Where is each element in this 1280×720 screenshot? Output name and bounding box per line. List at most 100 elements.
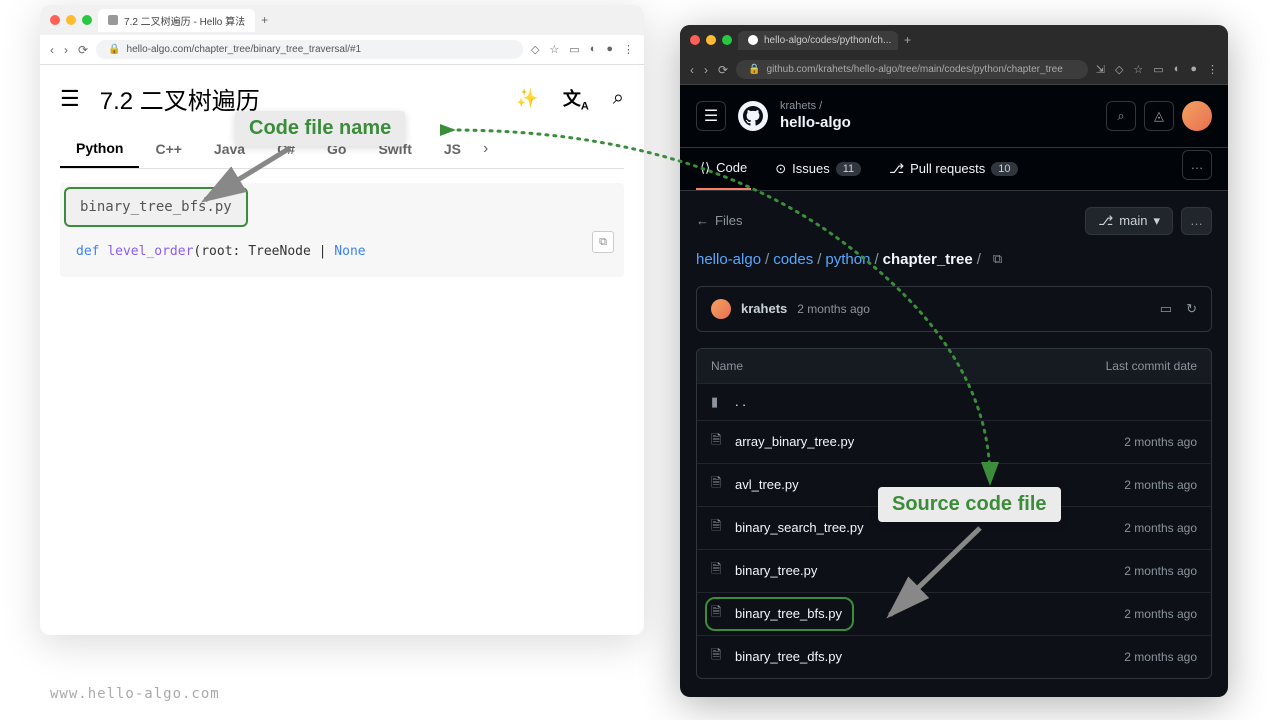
file-row[interactable]: 🗎 binary_tree_bfs.py 2 months ago <box>697 592 1211 635</box>
file-name: binary_tree_bfs.py <box>735 606 842 621</box>
menu-icon[interactable]: ⋮ <box>1207 63 1218 76</box>
browser-tab[interactable]: hello-algo/codes/python/ch... <box>738 31 898 50</box>
url-field[interactable]: 🔒 hello-algo.com/chapter_tree/binary_tre… <box>96 40 523 59</box>
file-list-header: Name Last commit date <box>697 349 1211 383</box>
file-name: binary_tree_dfs.py <box>735 649 842 664</box>
nav-issues[interactable]: ⊙ Issues 11 <box>771 149 865 189</box>
github-logo-icon[interactable] <box>738 101 768 131</box>
history-icon[interactable]: ↻ <box>1186 301 1197 317</box>
commit-sha-icon[interactable]: ▭ <box>1160 301 1172 317</box>
file-time: 2 months ago <box>1124 521 1197 535</box>
extension-icon[interactable]: ◇ <box>531 43 539 56</box>
menu-icon[interactable]: ⋮ <box>623 43 634 56</box>
browser-window-left: 7.2 二叉树遍历 - Hello 算法 + ‹ › ⟳ 🔒 hello-alg… <box>40 5 644 635</box>
extension-icon[interactable]: ⇲ <box>1096 63 1105 76</box>
favicon-icon <box>108 15 118 25</box>
traffic-lights <box>690 35 732 45</box>
search-icon[interactable]: ⌕ <box>1106 101 1136 131</box>
file-icon: 🗎 <box>711 603 725 625</box>
file-icon: 🗎 <box>711 646 725 668</box>
tab-title: hello-algo/codes/python/ch... <box>764 35 891 46</box>
maximize-icon[interactable] <box>722 35 732 45</box>
extension-icon[interactable]: ▭ <box>569 43 579 56</box>
new-tab-icon[interactable]: + <box>261 13 268 27</box>
close-icon[interactable] <box>690 35 700 45</box>
commit-author[interactable]: krahets <box>741 301 787 316</box>
translate-icon[interactable]: 文A <box>563 85 589 113</box>
extension-icon[interactable]: ▭ <box>1153 63 1163 76</box>
file-time: 2 months ago <box>1124 435 1197 449</box>
lock-icon: 🔒 <box>108 44 120 55</box>
file-time: 2 months ago <box>1124 607 1197 621</box>
more-button[interactable]: … <box>1181 207 1212 235</box>
extension-icon[interactable]: ◇ <box>1115 63 1123 76</box>
file-row[interactable]: 🗎binary_tree.py2 months ago <box>697 549 1211 592</box>
profile-icon[interactable]: ◐ <box>1174 63 1181 76</box>
chevron-down-icon: ▾ <box>1153 213 1160 229</box>
file-time: 2 months ago <box>1124 650 1197 664</box>
new-tab-icon[interactable]: + <box>904 33 911 47</box>
nav-code[interactable]: ⟨⟩ Code <box>696 148 751 190</box>
menu-icon[interactable]: ☰ <box>696 101 726 131</box>
url-field[interactable]: 🔒 github.com/krahets/hello-algo/tree/mai… <box>736 60 1088 79</box>
arrow-left-icon: ← <box>696 213 709 228</box>
tab-title: 7.2 二叉树遍历 - Hello 算法 <box>124 13 245 28</box>
inbox-icon[interactable]: ◬ <box>1144 101 1174 131</box>
avatar[interactable] <box>1182 101 1212 131</box>
profile-icon[interactable]: ● <box>1190 63 1197 76</box>
back-icon[interactable]: ‹ <box>50 43 54 57</box>
theme-icon[interactable]: ✨ <box>516 88 538 109</box>
copy-button[interactable]: ⧉ <box>592 231 614 253</box>
breadcrumb-link[interactable]: codes <box>773 251 813 268</box>
traffic-lights <box>50 15 92 25</box>
code-filename: binary_tree_bfs.py <box>64 187 248 227</box>
url-text: github.com/krahets/hello-algo/tree/main/… <box>767 64 1063 75</box>
footer-link: www.hello-algo.com <box>50 686 220 702</box>
page-content: ☰ 7.2 二叉树遍历 ✨ 文A ⌕ Python C++ Java C# Go… <box>40 65 644 293</box>
file-row[interactable]: 🗎 binary_tree_dfs.py 2 months ago <box>697 635 1211 678</box>
tab-js[interactable]: JS <box>428 131 477 167</box>
minimize-icon[interactable] <box>706 35 716 45</box>
close-icon[interactable] <box>50 15 60 25</box>
back-icon[interactable]: ‹ <box>690 63 694 77</box>
file-icon: 🗎 <box>711 431 725 453</box>
browser-window-right: hello-algo/codes/python/ch... + ‹ › ⟳ 🔒 … <box>680 25 1228 697</box>
file-name: array_binary_tree.py <box>735 434 854 449</box>
profile-icon[interactable]: ◐ <box>590 43 597 56</box>
breadcrumb-link[interactable]: python <box>825 251 870 268</box>
star-icon[interactable]: ☆ <box>549 43 559 56</box>
url-text: hello-algo.com/chapter_tree/binary_tree_… <box>127 44 362 55</box>
folder-icon: ▮ <box>711 394 725 410</box>
repo-title[interactable]: krahets / hello-algo <box>780 99 851 133</box>
issues-icon: ⊙ <box>775 161 786 177</box>
maximize-icon[interactable] <box>82 15 92 25</box>
tab-cpp[interactable]: C++ <box>139 131 197 167</box>
address-bar: ‹ › ⟳ 🔒 github.com/krahets/hello-algo/tr… <box>680 55 1228 85</box>
forward-icon[interactable]: › <box>704 63 708 77</box>
star-icon[interactable]: ☆ <box>1133 63 1143 76</box>
pull-request-icon: ⎇ <box>889 161 904 177</box>
tab-python[interactable]: Python <box>60 130 139 168</box>
branch-selector[interactable]: ⎇ main ▾ <box>1085 207 1173 235</box>
reload-icon[interactable]: ⟳ <box>78 43 88 57</box>
pulls-count: 10 <box>991 162 1017 176</box>
file-row[interactable]: 🗎 array_binary_tree.py 2 months ago <box>697 420 1211 463</box>
more-icon[interactable]: … <box>1182 150 1212 180</box>
code-block: binary_tree_bfs.py ⧉ def level_order(roo… <box>60 183 624 277</box>
profile-icon[interactable]: ● <box>606 43 613 56</box>
menu-icon[interactable]: ☰ <box>60 86 80 112</box>
minimize-icon[interactable] <box>66 15 76 25</box>
reload-icon[interactable]: ⟳ <box>718 63 728 77</box>
copy-path-icon[interactable]: ⧉ <box>993 251 1002 267</box>
file-name: binary_tree.py <box>735 563 817 578</box>
files-back-link[interactable]: ← Files <box>696 213 742 228</box>
browser-tab[interactable]: 7.2 二叉树遍历 - Hello 算法 <box>98 9 255 32</box>
parent-dir-row[interactable]: ▮ . . <box>697 383 1211 420</box>
avatar[interactable] <box>711 299 731 319</box>
nav-pulls[interactable]: ⎇ Pull requests 10 <box>885 149 1021 189</box>
breadcrumb-link[interactable]: hello-algo <box>696 251 761 268</box>
breadcrumb-current: chapter_tree <box>883 251 973 268</box>
forward-icon[interactable]: › <box>64 43 68 57</box>
search-icon[interactable]: ⌕ <box>613 87 624 110</box>
tabs-more-icon[interactable]: › <box>477 140 494 158</box>
